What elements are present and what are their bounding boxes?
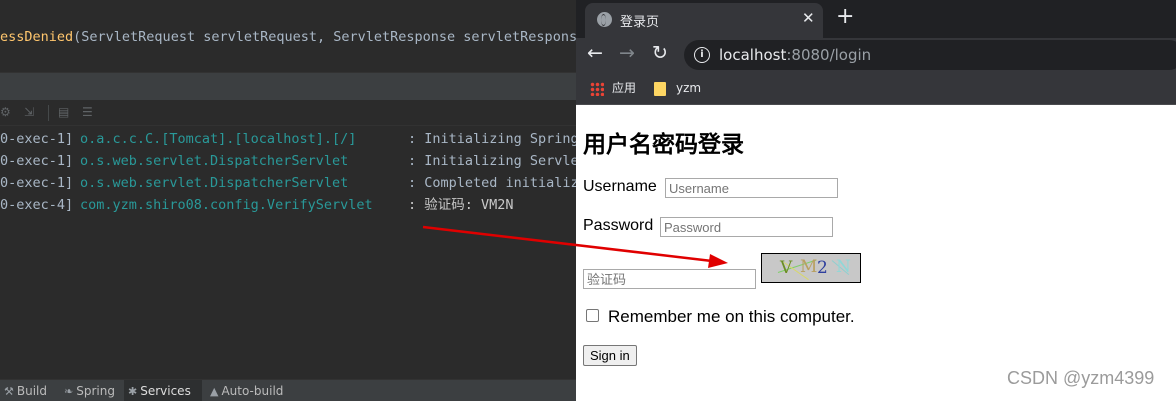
close-icon[interactable]: ✕ xyxy=(802,9,815,27)
username-label: Username xyxy=(583,178,657,195)
code-editor[interactable]: essDenied(ServletRequest servletRequest,… xyxy=(0,0,576,72)
log-message: : Initializing Servle xyxy=(408,153,576,169)
info-icon[interactable]: i xyxy=(694,47,710,63)
new-tab-icon[interactable]: + xyxy=(836,6,854,28)
apps-grid-icon xyxy=(590,81,604,96)
log-logger: com.yzm.shiro08.config.VerifyServlet xyxy=(80,197,373,213)
url-path: :8080/login xyxy=(786,46,872,64)
forward-icon[interactable]: → xyxy=(619,42,635,64)
log-thread: 0-exec-1] xyxy=(0,131,74,147)
remember-label: Remember me on this computer. xyxy=(608,307,855,326)
tool-tab-label: Build xyxy=(16,384,47,398)
log-logger: o.a.c.c.C.[Tomcat].[localhost].[/] xyxy=(80,131,357,147)
tool-tab-label: Services xyxy=(140,384,191,398)
browser-toolbar: ← → ↻ i localhost:8080/login xyxy=(576,38,1176,72)
folder-icon xyxy=(654,81,666,96)
url-host: localhost xyxy=(719,46,787,64)
bookmark-yzm[interactable]: yzm xyxy=(654,79,701,97)
toolbar-divider xyxy=(48,105,49,121)
ide-window: essDenied(ServletRequest servletRequest,… xyxy=(0,0,576,401)
panel-divider[interactable] xyxy=(0,72,576,100)
tool-window-bar: ⚒ Build ❧ Spring ✱ Services ▲ Auto-build xyxy=(0,379,576,401)
scroll-to-end-icon[interactable]: ⇲ xyxy=(24,105,34,119)
login-page: 用户名密码登录 Username Password V M 2 N Rememb… xyxy=(576,105,1176,401)
remember-checkbox[interactable] xyxy=(586,309,599,322)
tool-tab-auto-build[interactable]: ▲ Auto-build xyxy=(206,380,296,401)
log-logger: o.s.web.servlet.DispatcherServlet xyxy=(80,175,349,191)
globe-icon xyxy=(597,12,612,27)
method-name: essDenied xyxy=(0,29,74,45)
password-input[interactable] xyxy=(660,217,833,237)
password-label: Password xyxy=(583,217,654,234)
filter-icon[interactable]: ⚙ xyxy=(0,105,11,119)
hammer-icon: ⚒ xyxy=(4,385,14,398)
bookmark-label: 应用 xyxy=(612,81,637,95)
log-logger: o.s.web.servlet.DispatcherServlet xyxy=(80,153,349,169)
captcha-input[interactable] xyxy=(583,269,756,289)
bookmark-apps[interactable]: 应用 xyxy=(590,79,636,97)
soft-wrap-icon[interactable]: ☰ xyxy=(82,105,93,119)
captcha-char: N xyxy=(836,257,851,277)
tab-login[interactable]: 登录页 ✕ xyxy=(585,3,823,38)
reload-icon[interactable]: ↻ xyxy=(652,42,668,64)
tool-tab-label: Auto-build xyxy=(221,384,284,398)
log-thread: 0-exec-1] xyxy=(0,175,74,191)
log-thread: 0-exec-1] xyxy=(0,153,74,169)
tab-title: 登录页 xyxy=(620,15,660,30)
print-icon[interactable]: ▤ xyxy=(58,105,69,119)
run-toolbar: ⚙ ⇲ ▤ ☰ xyxy=(0,100,576,126)
spring-leaf-icon: ❧ xyxy=(64,385,74,398)
sign-in-button[interactable]: Sign in xyxy=(583,345,637,366)
log-message: : 验证码: VM2N xyxy=(408,197,514,213)
watermark: CSDN @yzm4399 xyxy=(1007,368,1155,388)
back-icon[interactable]: ← xyxy=(587,42,603,64)
captcha-char: V xyxy=(780,258,793,278)
log-message: : Completed initializ xyxy=(408,175,576,191)
services-icon: ✱ xyxy=(128,385,138,398)
bookmark-label: yzm xyxy=(676,81,702,95)
captcha-char: 2 xyxy=(817,258,828,278)
captcha-image[interactable]: V M 2 N xyxy=(761,253,861,283)
username-input[interactable] xyxy=(665,178,838,198)
url-text: localhost:8080/login xyxy=(719,46,871,64)
browser-window: 登录页 ✕ + ← → ↻ i localhost:8080/login 应用 … xyxy=(576,0,1176,401)
captcha-char: M xyxy=(800,257,818,277)
code-line: essDenied(ServletRequest servletRequest,… xyxy=(0,29,576,45)
tool-tab-build[interactable]: ⚒ Build xyxy=(0,380,56,401)
warning-icon: ▲ xyxy=(210,385,219,398)
bookmarks-bar: 应用 yzm xyxy=(576,72,1176,105)
log-thread: 0-exec-4] xyxy=(0,197,74,213)
tool-tab-spring[interactable]: ❧ Spring xyxy=(60,380,122,401)
address-bar[interactable]: i localhost:8080/login xyxy=(684,40,1176,70)
page-title: 用户名密码登录 xyxy=(583,132,744,158)
tab-strip: 登录页 ✕ + xyxy=(576,0,1176,38)
method-params: (ServletRequest servletRequest, ServletR… xyxy=(73,29,576,45)
log-message: : Initializing Spring xyxy=(408,131,576,147)
tool-tab-services[interactable]: ✱ Services xyxy=(124,380,202,401)
tool-tab-label: Spring xyxy=(76,384,115,398)
